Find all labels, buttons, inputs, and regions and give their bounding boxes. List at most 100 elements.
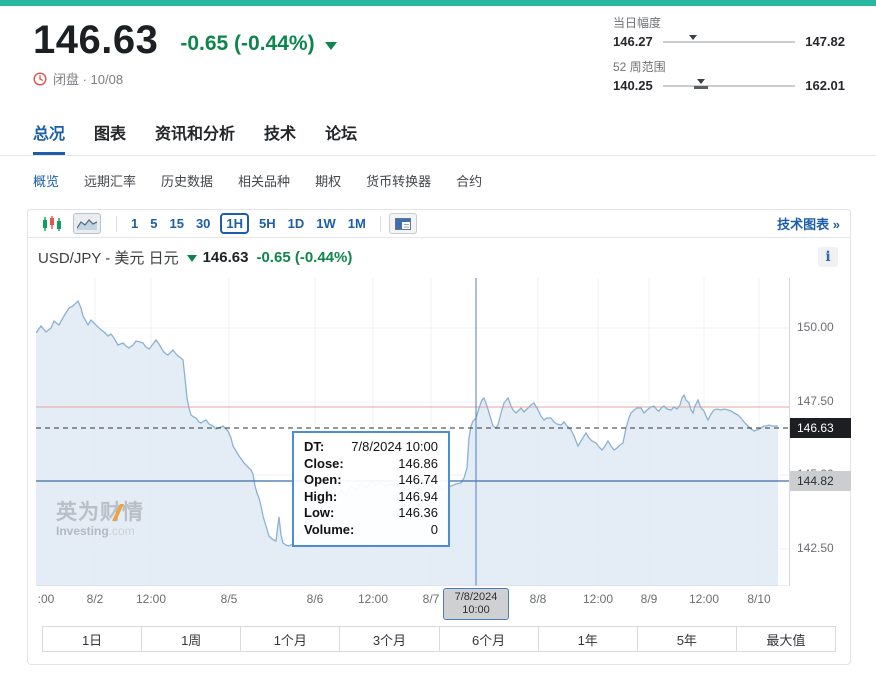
sub-nav: 概览 远期汇率 历史数据 相关品种 期权 货币转换器 合约 — [0, 156, 876, 191]
tooltip-label: Close: — [304, 456, 344, 473]
range-track — [663, 85, 795, 87]
tooltip-value: 7/8/2024 10:00 — [351, 439, 438, 456]
y-axis-label: 142.50 — [797, 541, 834, 555]
range-low: 146.27 — [613, 34, 653, 49]
toolbar-separator — [380, 216, 381, 232]
range-high: 162.01 — [805, 78, 845, 93]
price-change: -0.65 (-0.44%) — [180, 32, 314, 56]
info-icon[interactable]: i — [818, 247, 838, 267]
y-axis: 150.00147.50145.00142.50146.63144.82 — [789, 278, 850, 586]
x-axis-label: 12:00 — [351, 592, 395, 606]
x-axis-label: 8/9 — [627, 592, 671, 606]
main-tabs: 总况图表资讯和分析技术论坛 — [0, 114, 876, 156]
range-marker-bar — [694, 86, 708, 89]
subnav-相关品种[interactable]: 相关品种 — [238, 171, 290, 190]
badge-date: 7/8/2024 — [444, 591, 508, 604]
x-axis-label: :00 — [24, 592, 68, 606]
badge-time: 10:00 — [444, 604, 508, 617]
period-button-3个月[interactable]: 3个月 — [339, 626, 439, 652]
period-button-5年[interactable]: 5年 — [637, 626, 737, 652]
x-axis-label: 8/10 — [737, 592, 781, 606]
ranges-block: 当日幅度 146.27 147.82 52 周范围 140.25 162.01 — [613, 14, 845, 102]
timeframe-30[interactable]: 30 — [196, 216, 210, 231]
technical-chart-link[interactable]: 技术图表 » — [777, 214, 840, 233]
x-axis-label: 8/6 — [293, 592, 337, 606]
tooltip-value: 146.36 — [398, 505, 438, 522]
tab-资讯和分析[interactable]: 资讯和分析 — [155, 114, 235, 155]
tooltip-label: High: — [304, 489, 337, 506]
chart-title: USD/JPY - 美元 日元 — [38, 247, 179, 268]
tooltip-row: Open:146.74 — [304, 472, 438, 489]
tab-论坛[interactable]: 论坛 — [325, 114, 357, 155]
timeframe-list: 15 15 30 1H 5H 1D 1W 1M — [125, 213, 372, 234]
range-marker-icon — [697, 79, 705, 84]
tab-技术[interactable]: 技术 — [264, 114, 296, 155]
x-axis-label: 8/2 — [73, 592, 117, 606]
area-chart-icon[interactable] — [73, 213, 101, 234]
timeframe-1W[interactable]: 1W — [316, 216, 336, 231]
range-row: 146.27 147.82 — [613, 34, 845, 49]
watermark-logo: 英为财情 Investing.com — [56, 502, 144, 537]
period-button-1日[interactable]: 1日 — [42, 626, 142, 652]
subnav-合约[interactable]: 合约 — [456, 171, 482, 190]
y-axis-label: 147.50 — [797, 394, 834, 408]
subnav-历史数据[interactable]: 历史数据 — [161, 171, 213, 190]
tooltip-label: Volume: — [304, 522, 354, 539]
down-triangle-icon — [187, 255, 197, 262]
clock-icon — [33, 72, 47, 86]
tooltip-row: DT: 7/8/2024 10:00 — [304, 439, 438, 456]
toolbar-separator — [116, 216, 117, 232]
timeframe-5[interactable]: 5 — [150, 216, 157, 231]
chart-panel: 15 15 30 1H 5H 1D 1W 1M 技术图表 » USD/JPY - 美元 日元 … — [27, 209, 851, 665]
timeframe-1H[interactable]: 1H — [220, 213, 249, 234]
timeframe-1D[interactable]: 1D — [288, 216, 305, 231]
candlestick-chart-icon[interactable] — [38, 213, 66, 234]
subnav-期权[interactable]: 期权 — [315, 171, 341, 190]
period-button-1周[interactable]: 1周 — [141, 626, 241, 652]
last-price: 146.63 — [33, 18, 158, 62]
tab-总况[interactable]: 总况 — [33, 114, 65, 155]
level-price-badge: 144.82 — [790, 471, 851, 491]
range-high: 147.82 — [805, 34, 845, 49]
timeframe-1[interactable]: 1 — [131, 216, 138, 231]
period-button-最大值[interactable]: 最大值 — [736, 626, 836, 652]
tab-图表[interactable]: 图表 — [94, 114, 126, 155]
timeframe-1M[interactable]: 1M — [348, 216, 366, 231]
chart-toolbar: 15 15 30 1H 5H 1D 1W 1M 技术图表 » — [28, 210, 850, 238]
range-label: 52 周范围 — [613, 58, 845, 75]
ohlc-tooltip: DT: 7/8/2024 10:00 Close: 146.86Open:146.74… — [292, 431, 450, 547]
tooltip-value: 146.86 — [398, 456, 438, 473]
timeframe-5H[interactable]: 5H — [259, 216, 276, 231]
subnav-货币转换器[interactable]: 货币转换器 — [366, 171, 431, 190]
range-label: 当日幅度 — [613, 14, 845, 31]
layout-panel-icon[interactable] — [389, 213, 417, 234]
tooltip-row: High:146.94 — [304, 489, 438, 506]
x-axis-label: 12:00 — [129, 592, 173, 606]
tooltip-value: 0 — [431, 522, 438, 539]
tooltip-row: Volume: 0 — [304, 522, 438, 539]
x-axis-label: 12:00 — [682, 592, 726, 606]
subnav-概览[interactable]: 概览 — [33, 171, 59, 190]
chart-area[interactable]: 150.00147.50145.00142.50146.63144.82 英为财… — [28, 276, 850, 618]
tooltip-label: Low: — [304, 505, 334, 522]
range-track — [663, 41, 795, 43]
crosshair-date-badge: 7/8/202410:00 — [443, 588, 509, 620]
chart-title-row: USD/JPY - 美元 日元 146.63 -0.65 (-0.44%) i — [28, 238, 850, 276]
timeframe-15[interactable]: 15 — [169, 216, 183, 231]
market-status: 闭盘 · 10/08 — [53, 69, 123, 88]
x-axis-label: 12:00 — [576, 592, 620, 606]
instrument-header: 146.63 -0.65 (-0.44%) 闭盘 · 10/08 当日幅度 146… — [0, 6, 876, 88]
period-button-6个月[interactable]: 6个月 — [439, 626, 539, 652]
down-triangle-icon — [325, 42, 337, 50]
tooltip-label: DT: — [304, 439, 324, 456]
subnav-远期汇率[interactable]: 远期汇率 — [84, 171, 136, 190]
period-buttons: 1日1周1个月3个月6个月1年5年最大值 — [42, 626, 836, 652]
period-button-1个月[interactable]: 1个月 — [240, 626, 340, 652]
tooltip-label: Open: — [304, 472, 342, 489]
tooltip-row: Low: 146.36 — [304, 505, 438, 522]
chart-price: 146.63 — [203, 249, 249, 266]
range-row: 140.25 162.01 — [613, 78, 845, 93]
period-button-1年[interactable]: 1年 — [538, 626, 638, 652]
y-axis-label: 150.00 — [797, 320, 834, 334]
range-low: 140.25 — [613, 78, 653, 93]
